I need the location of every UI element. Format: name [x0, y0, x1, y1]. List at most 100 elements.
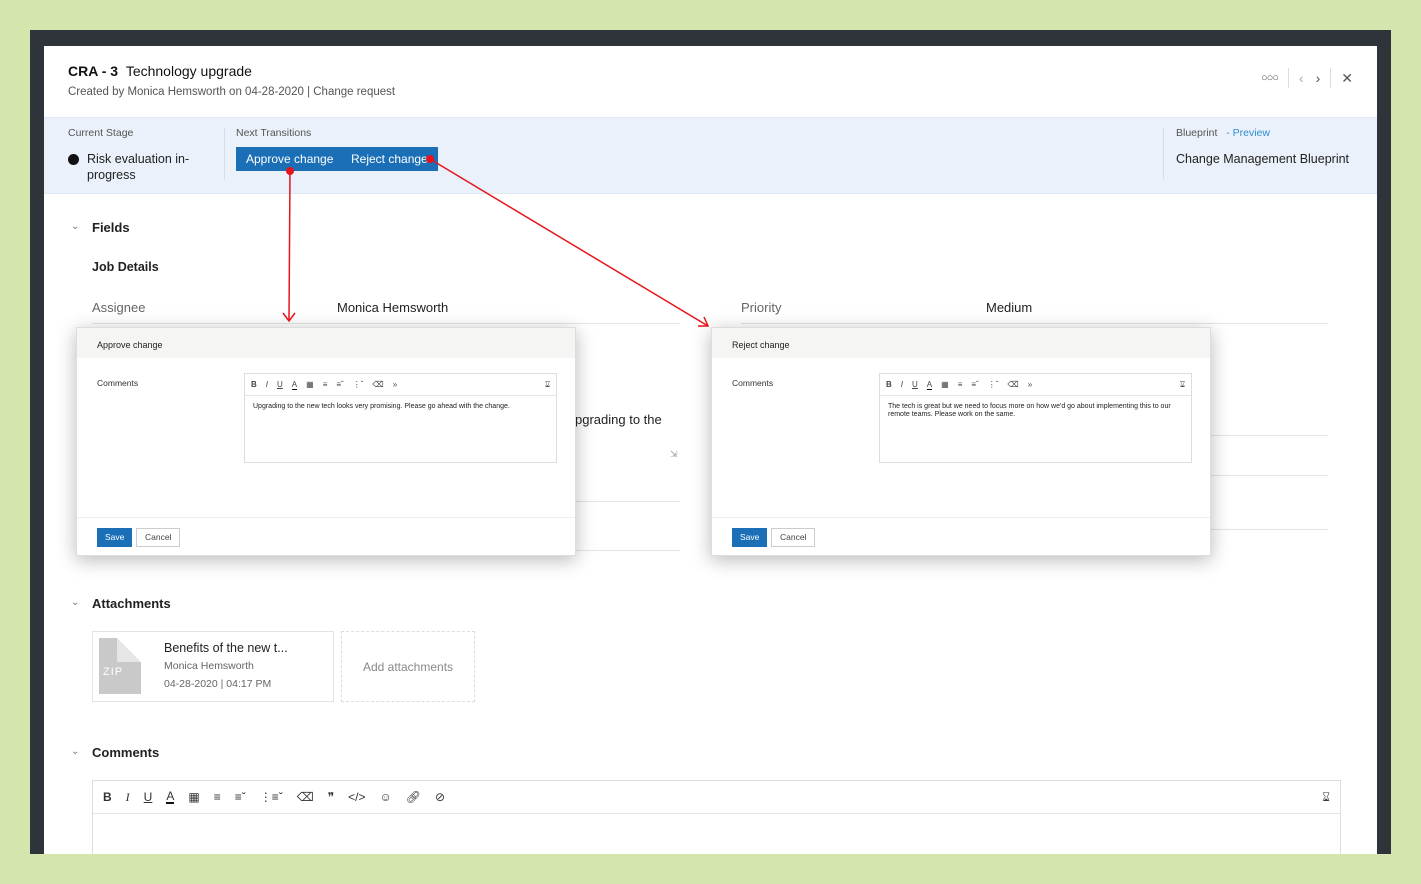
- approve-cancel-button[interactable]: Cancel: [136, 528, 181, 547]
- stage-divider: [1163, 128, 1164, 180]
- previous-record-icon[interactable]: ‹: [1299, 70, 1304, 86]
- comment-editor[interactable]: B I U A ▦ ≡ ≡ˇ ⋮≡ˇ ⌫ ❞ </> ☺ 🔗︎ ⊘ ⌛︎: [92, 780, 1341, 854]
- bullet-list-icon[interactable]: ⋮ˇ: [353, 380, 364, 389]
- chevron-down-icon[interactable]: ⌄: [71, 221, 79, 232]
- reject-comment-text[interactable]: The tech is great but we need to focus m…: [880, 396, 1191, 426]
- blueprint-label: Blueprint - Preview: [1176, 127, 1270, 139]
- reject-dialog-footer: Save Cancel: [712, 517, 1210, 555]
- table-icon[interactable]: ▦: [941, 380, 949, 389]
- reject-cancel-button[interactable]: Cancel: [771, 528, 816, 547]
- chevron-down-icon[interactable]: ⌄: [71, 746, 79, 757]
- approve-dialog-title: Approve change: [77, 328, 575, 358]
- approve-comment-text[interactable]: Upgrading to the new tech looks very pro…: [245, 396, 556, 418]
- record-title: Technology upgrade: [125, 63, 252, 79]
- font-color-icon[interactable]: A: [291, 380, 298, 390]
- header-divider: [1287, 68, 1289, 88]
- align-icon[interactable]: ≡ˇ: [336, 380, 343, 389]
- approve-comments-label: Comments: [97, 378, 139, 388]
- description-text[interactable]: pgrading to the: [575, 412, 662, 427]
- strikethrough-list-icon[interactable]: ≡: [214, 790, 221, 804]
- next-record-icon[interactable]: ›: [1316, 70, 1321, 86]
- bullet-list-icon[interactable]: ⋮ˇ: [988, 380, 999, 389]
- reject-change-dialog: Reject change Comments B I U A ▦ ≡ ≡ˇ ⋮ˇ…: [711, 327, 1211, 556]
- current-stage-label: Current Stage: [68, 127, 134, 139]
- close-icon[interactable]: ✕: [1341, 70, 1353, 87]
- more-options-icon[interactable]: ○○○: [1261, 72, 1279, 84]
- quote-icon[interactable]: ❞: [328, 790, 334, 804]
- table-icon[interactable]: ▦: [188, 790, 199, 804]
- field-divider: [574, 501, 680, 502]
- font-color-icon[interactable]: A: [166, 790, 175, 804]
- record-id: CRA - 3: [68, 63, 119, 79]
- font-color-icon[interactable]: A: [926, 380, 933, 390]
- link-icon[interactable]: 🔗︎: [406, 790, 421, 804]
- record-subtitle: Created by Monica Hemsworth on 04-28-202…: [68, 86, 396, 98]
- align-icon[interactable]: ≡ˇ: [971, 380, 978, 389]
- reject-comment-editor[interactable]: B I U A ▦ ≡ ≡ˇ ⋮ˇ ⌫ » ⌛︎ The tech is gre…: [879, 373, 1192, 463]
- priority-value[interactable]: Medium: [986, 300, 1032, 315]
- attach-icon[interactable]: ⌛︎: [1322, 790, 1330, 805]
- bold-icon[interactable]: B: [103, 790, 112, 804]
- list-icon[interactable]: ≡: [958, 380, 963, 389]
- reject-comments-label: Comments: [732, 378, 774, 388]
- table-icon[interactable]: ▦: [306, 380, 314, 389]
- add-attachments-button[interactable]: Add attachments: [341, 631, 475, 702]
- underline-icon[interactable]: U: [912, 380, 918, 389]
- bold-icon[interactable]: B: [886, 380, 892, 389]
- stage-dot-icon: [68, 154, 79, 165]
- blueprint-label-text: Blueprint: [1176, 127, 1218, 139]
- attachments-section-title: Attachments: [92, 596, 171, 611]
- next-transitions-label: Next Transitions: [236, 127, 312, 139]
- zip-icon-label: ZIP: [103, 666, 124, 678]
- reject-editor-toolbar: B I U A ▦ ≡ ≡ˇ ⋮ˇ ⌫ » ⌛︎: [880, 374, 1191, 396]
- eraser-icon[interactable]: ⌫: [372, 380, 383, 389]
- field-divider: [1210, 529, 1328, 530]
- align-icon[interactable]: ≡ˇ: [235, 790, 246, 804]
- reject-save-button[interactable]: Save: [732, 528, 768, 547]
- header-divider: [1330, 68, 1332, 88]
- approve-editor-toolbar: B I U A ▦ ≡ ≡ˇ ⋮ˇ ⌫ » ⌛︎: [245, 374, 556, 396]
- italic-icon[interactable]: I: [901, 380, 903, 389]
- chevron-down-icon[interactable]: ⌄: [71, 597, 79, 608]
- approve-dialog-footer: Save Cancel: [77, 517, 575, 555]
- code-icon[interactable]: </>: [348, 790, 365, 804]
- attach-icon[interactable]: ⌛︎: [1180, 380, 1185, 390]
- field-divider: [741, 323, 1328, 324]
- unlink-icon[interactable]: ⊘: [435, 790, 445, 804]
- field-divider: [1210, 475, 1328, 476]
- attachment-date: 04-28-2020: [164, 678, 218, 690]
- eraser-icon[interactable]: ⌫: [297, 790, 314, 804]
- underline-icon[interactable]: U: [277, 380, 283, 389]
- approve-save-button[interactable]: Save: [97, 528, 133, 547]
- bullet-list-icon[interactable]: ⋮≡ˇ: [260, 790, 283, 804]
- fields-section-title: Fields: [92, 220, 130, 235]
- reject-dialog-title: Reject change: [712, 328, 1210, 358]
- more-icon[interactable]: »: [1028, 380, 1032, 389]
- list-icon[interactable]: ≡: [323, 380, 328, 389]
- bold-icon[interactable]: B: [251, 380, 257, 389]
- preview-link[interactable]: - Preview: [1226, 127, 1270, 139]
- italic-icon[interactable]: I: [266, 380, 268, 389]
- italic-icon[interactable]: I: [126, 790, 130, 805]
- priority-label: Priority: [741, 300, 782, 315]
- approve-change-dialog: Approve change Comments B I U A ▦ ≡ ≡ˇ ⋮…: [76, 327, 576, 556]
- reject-change-button[interactable]: Reject change: [341, 147, 438, 171]
- comment-editor-toolbar: B I U A ▦ ≡ ≡ˇ ⋮≡ˇ ⌫ ❞ </> ☺ 🔗︎ ⊘ ⌛︎: [93, 781, 1340, 814]
- page-title: CRA - 3 Technology upgrade: [68, 63, 252, 79]
- attachment-owner: Monica Hemsworth: [164, 660, 254, 672]
- eraser-icon[interactable]: ⌫: [1007, 380, 1018, 389]
- approve-comment-editor[interactable]: B I U A ▦ ≡ ≡ˇ ⋮ˇ ⌫ » ⌛︎ Upgrading to th…: [244, 373, 557, 463]
- current-stage-value: Risk evaluation in-progress: [87, 152, 190, 182]
- more-icon[interactable]: »: [393, 380, 397, 389]
- approve-change-button[interactable]: Approve change: [236, 147, 344, 171]
- attachment-name[interactable]: Benefits of the new t...: [164, 641, 288, 655]
- attachment-card[interactable]: ZIP Benefits of the new t... Monica Hems…: [92, 631, 334, 702]
- underline-icon[interactable]: U: [144, 790, 153, 804]
- resize-handle-icon[interactable]: ⇲: [670, 449, 678, 460]
- assignee-value[interactable]: Monica Hemsworth: [337, 300, 448, 315]
- field-divider: [1210, 435, 1328, 436]
- attach-icon[interactable]: ⌛︎: [545, 380, 550, 390]
- stage-divider: [224, 128, 225, 180]
- job-details-title: Job Details: [92, 260, 159, 274]
- emoji-icon[interactable]: ☺: [380, 790, 392, 804]
